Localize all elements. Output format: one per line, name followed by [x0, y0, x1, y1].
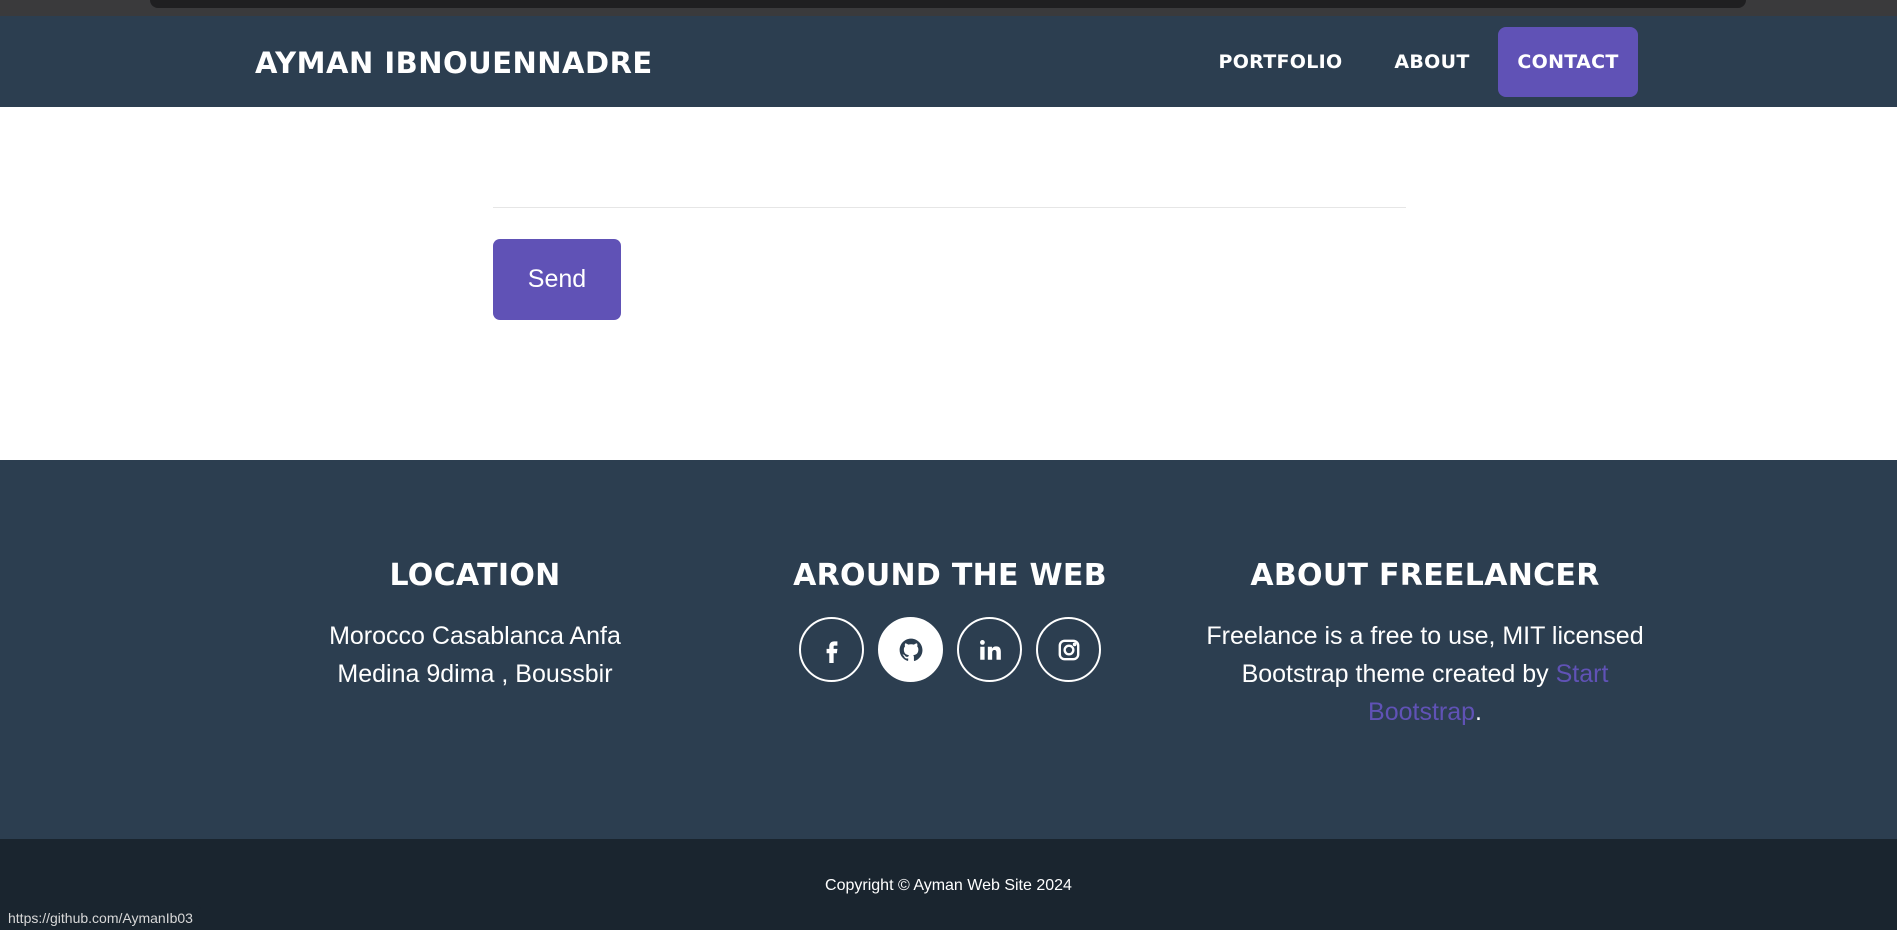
browser-status-url: https://github.com/AymanIb03 [0, 906, 201, 930]
github-button[interactable] [878, 617, 943, 682]
message-field-underline[interactable] [493, 207, 1406, 208]
browser-chrome [0, 0, 1897, 16]
linkedin-icon [979, 639, 1001, 660]
location-text: Morocco Casablanca Anfa Medina 9dima , B… [280, 617, 670, 693]
instagram-icon [1058, 639, 1079, 660]
site-brand[interactable]: AYMAN IBNOUENNADRE [255, 46, 653, 80]
about-freelancer-title: ABOUT FREELANCER [1250, 558, 1600, 593]
copyright-text: Copyright © Ayman Web Site 2024 [825, 877, 1072, 894]
nav-link-about[interactable]: ABOUT [1382, 27, 1482, 97]
around-web-title: AROUND THE WEB [793, 558, 1107, 593]
footer-about-freelancer: ABOUT FREELANCER Freelance is a free to … [1195, 558, 1655, 731]
copyright-bar: Copyright © Ayman Web Site 2024 [0, 839, 1897, 930]
location-line-2: Medina 9dima , Boussbir [337, 660, 613, 688]
contact-section: Send [0, 107, 1897, 460]
social-links [760, 617, 1140, 682]
about-text-after: . [1475, 698, 1482, 726]
footer: LOCATION Morocco Casablanca Anfa Medina … [0, 460, 1897, 839]
instagram-button[interactable] [1036, 617, 1101, 682]
navbar: AYMAN IBNOUENNADRE PORTFOLIO ABOUT CONTA… [0, 16, 1897, 107]
send-button[interactable]: Send [493, 239, 621, 320]
location-title: LOCATION [389, 558, 561, 593]
location-line-1: Morocco Casablanca Anfa [329, 622, 621, 650]
footer-location: LOCATION Morocco Casablanca Anfa Medina … [280, 558, 670, 693]
github-icon [899, 638, 922, 661]
footer-around-the-web: AROUND THE WEB [760, 558, 1140, 682]
about-freelancer-text: Freelance is a free to use, MIT licensed… [1195, 617, 1655, 731]
facebook-icon [826, 640, 837, 663]
nav-link-contact[interactable]: CONTACT [1498, 27, 1638, 97]
facebook-button[interactable] [799, 617, 864, 682]
browser-url-bar[interactable] [150, 0, 1746, 8]
linkedin-button[interactable] [957, 617, 1022, 682]
nav-link-portfolio[interactable]: PORTFOLIO [1208, 27, 1353, 97]
